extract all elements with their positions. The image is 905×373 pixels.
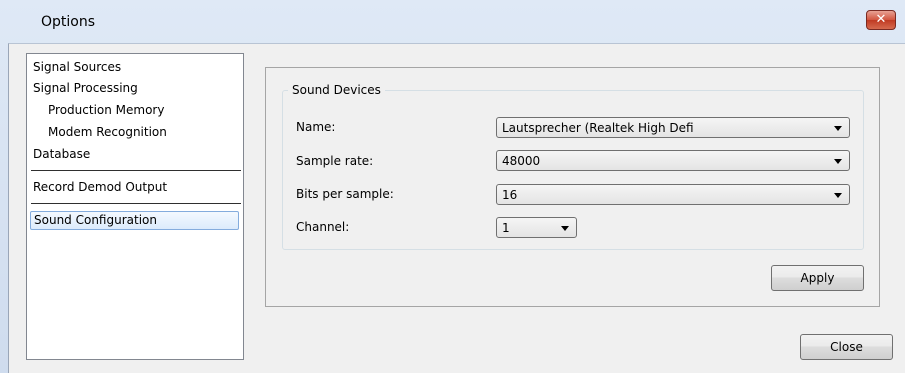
window-title: Options xyxy=(41,14,96,30)
name-label: Name: xyxy=(296,120,336,134)
chevron-down-icon xyxy=(834,126,842,131)
sample-rate-select[interactable]: 48000 xyxy=(496,150,850,171)
apply-button[interactable]: Apply xyxy=(771,265,864,291)
name-select[interactable]: Lautsprecher (Realtek High Defi xyxy=(496,117,850,138)
nav-divider xyxy=(31,170,241,171)
nav-item-modem-recognition[interactable]: Modem Recognition xyxy=(48,125,167,139)
options-category-list[interactable]: Signal Sources Signal Processing Product… xyxy=(26,53,244,360)
nav-item-production-memory[interactable]: Production Memory xyxy=(48,103,164,117)
window-close-button[interactable]: ✕ xyxy=(866,10,896,30)
close-button[interactable]: Close xyxy=(800,334,893,360)
close-icon: ✕ xyxy=(875,12,887,27)
options-window: Options ✕ Signal Sources Signal Processi… xyxy=(0,0,905,373)
channel-select[interactable]: 1 xyxy=(496,217,577,238)
nav-item-record-demod-output[interactable]: Record Demod Output xyxy=(33,180,167,194)
bits-per-sample-select[interactable]: 16 xyxy=(496,184,850,205)
channel-select-value: 1 xyxy=(502,221,510,235)
chevron-down-icon xyxy=(834,193,842,198)
sample-rate-label: Sample rate: xyxy=(296,154,374,168)
title-bar[interactable]: Options ✕ xyxy=(0,0,905,44)
nav-divider xyxy=(31,203,241,204)
bits-per-sample-label: Bits per sample: xyxy=(296,187,394,201)
name-select-value: Lautsprecher (Realtek High Defi xyxy=(502,121,694,135)
nav-item-signal-processing[interactable]: Signal Processing xyxy=(33,81,138,95)
bits-per-sample-select-value: 16 xyxy=(502,188,518,202)
sound-devices-group-title: Sound Devices xyxy=(288,83,385,97)
chevron-down-icon xyxy=(561,226,569,231)
nav-item-sound-configuration[interactable]: Sound Configuration xyxy=(30,211,239,230)
nav-item-signal-sources[interactable]: Signal Sources xyxy=(33,60,121,74)
sample-rate-select-value: 48000 xyxy=(502,154,541,168)
nav-item-database[interactable]: Database xyxy=(33,147,90,161)
channel-label: Channel: xyxy=(296,220,350,234)
chevron-down-icon xyxy=(834,159,842,164)
